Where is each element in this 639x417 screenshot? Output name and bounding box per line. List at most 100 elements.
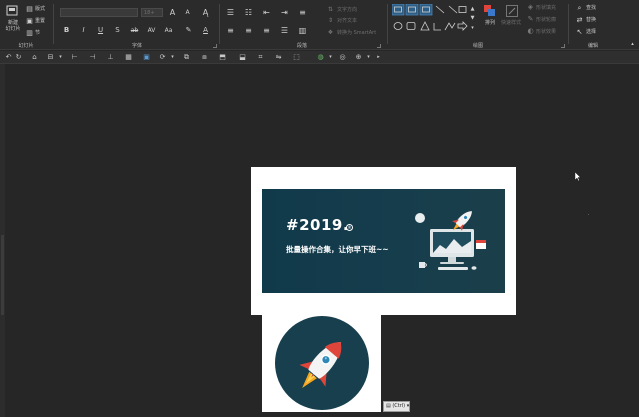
align-left-objects-icon[interactable]: ⊢	[70, 53, 79, 62]
group-icon[interactable]: ⧉	[182, 53, 191, 62]
shape-effects-label[interactable]: 形状效果	[536, 29, 556, 35]
font-group: 18+ A A Ą B I U S ab AV Aa ✎ A 字体	[56, 0, 218, 50]
crop-icon[interactable]: ⌗	[256, 53, 265, 62]
replace-button[interactable]: ⇄ 替换	[575, 16, 611, 25]
ribbon-separator	[219, 4, 220, 44]
columns-icon[interactable]: ▥	[298, 26, 307, 35]
distribute-icon[interactable]: ▦	[124, 53, 133, 62]
scrollbar-thumb[interactable]	[1, 235, 4, 315]
layout-button[interactable]: ▤ 版式	[25, 5, 51, 13]
increase-font-icon[interactable]: A	[168, 8, 177, 17]
combine-dropdown-icon[interactable]: ▾	[364, 53, 373, 62]
font-dialog-launcher[interactable]	[213, 44, 217, 48]
font-color-icon[interactable]: A	[201, 26, 210, 35]
bring-forward-icon[interactable]: ⬒	[218, 53, 227, 62]
numbering-icon[interactable]: ☷	[244, 8, 253, 17]
ribbon-separator	[387, 4, 388, 44]
intersect-icon[interactable]: ◎	[338, 53, 347, 62]
slide-banner[interactable]: #2019. ® 批量操作合集，让你早下班~~	[251, 167, 516, 315]
change-case-icon[interactable]: Aa	[164, 26, 173, 35]
reset-button[interactable]: ▣ 重置	[25, 17, 51, 25]
quick-styles-button[interactable]: 快速样式	[501, 4, 523, 38]
align-right-icon[interactable]: ≡	[262, 26, 271, 35]
merge-dropdown-icon[interactable]: ▾	[326, 53, 335, 62]
highlight-icon[interactable]: ✎	[184, 26, 193, 35]
font-name-dropdown[interactable]	[60, 8, 138, 17]
smartart-label[interactable]: 转换为 SmartArt	[337, 30, 376, 36]
bullets-icon[interactable]: ☰	[226, 8, 235, 17]
flip-icon[interactable]: ⇋	[274, 53, 283, 62]
customize-toolbar-icon[interactable]: ▸	[374, 53, 383, 62]
shape-outline-icon[interactable]: ✎	[526, 15, 535, 24]
arrange-button[interactable]: 排列	[482, 4, 498, 38]
cursor-select-icon: ↖	[576, 28, 583, 36]
redo-icon[interactable]: ↻	[14, 53, 23, 62]
vertical-scrollbar[interactable]	[0, 64, 5, 417]
rotate-dropdown-icon[interactable]: ▾	[168, 53, 177, 62]
align-text-label[interactable]: 对齐文本	[337, 18, 357, 24]
text-direction-label[interactable]: 文字方向	[337, 7, 357, 13]
italic-icon[interactable]: I	[79, 26, 88, 35]
canvas-mark	[588, 214, 589, 215]
collapse-ribbon-icon[interactable]: ▴	[628, 40, 637, 49]
arrange-label: 排列	[485, 20, 496, 26]
ungroup-icon[interactable]: ⧈	[200, 53, 209, 62]
shadow-icon[interactable]: S	[113, 26, 122, 35]
quick-access-toolbar: ↶ ↻ ⌂ ⊟ ▾ ⊢ ⊣ ⊥ ▦ ▣ ⟳ ▾ ⧉ ⧈ ⬒ ⬓ ⌗ ⇋ ⬚ ◍ …	[0, 51, 639, 64]
paragraph-dialog-launcher[interactable]	[377, 44, 381, 48]
font-size-dropdown[interactable]: 18+	[141, 8, 163, 17]
select-button[interactable]: ↖ 选择	[575, 28, 611, 37]
size-icon[interactable]: ⬚	[292, 53, 301, 62]
selection-pane-icon[interactable]: ▣	[142, 53, 151, 62]
align-left-icon[interactable]: ≡	[226, 26, 235, 35]
strikethrough-icon[interactable]: ab	[130, 26, 139, 35]
smartart-icon[interactable]: ❖	[326, 28, 335, 37]
slide-rocket[interactable]	[262, 315, 381, 412]
shape-fill-label[interactable]: 形状填充	[536, 5, 556, 11]
paste-options-button[interactable]: ▤ (Ctrl) ▾	[383, 401, 410, 412]
line-spacing-icon[interactable]: ≡	[298, 8, 307, 17]
align-dropdown-icon[interactable]: ▾	[56, 53, 65, 62]
align-center-objects-icon[interactable]: ⊣	[88, 53, 97, 62]
clipboard-icon: ▤	[386, 403, 391, 409]
banner-image[interactable]: #2019. ® 批量操作合集，让你早下班~~	[262, 189, 505, 293]
send-backward-icon[interactable]: ⬓	[238, 53, 247, 62]
merge-shapes-icon[interactable]: ◍	[316, 53, 325, 62]
align-toolbar-icon[interactable]: ⊟	[46, 53, 55, 62]
shape-effects-icon[interactable]: ◐	[526, 27, 535, 36]
new-slide-button[interactable]: 新建 幻灯片	[2, 3, 22, 37]
shapes-more-icon[interactable]: ▾	[468, 24, 477, 33]
increase-indent-icon[interactable]: ⇥	[280, 8, 289, 17]
justify-icon[interactable]: ☰	[280, 26, 289, 35]
undo-icon[interactable]: ↶	[4, 53, 13, 62]
shape-fill-icon[interactable]: ◈	[526, 3, 535, 12]
section-button[interactable]: ▥ 节	[25, 29, 51, 37]
decrease-font-icon[interactable]: A	[183, 8, 192, 17]
clear-format-icon[interactable]: Ą	[201, 8, 210, 17]
format-painter-icon[interactable]: ⌂	[30, 53, 39, 62]
paste-options-label: (Ctrl)	[392, 403, 406, 409]
shape-outline-label[interactable]: 形状轮廓	[536, 17, 556, 23]
align-text-icon[interactable]: ⇕	[326, 16, 335, 25]
shapes-scroll-up-icon[interactable]: ▲	[468, 5, 477, 14]
find-button[interactable]: ⌕ 查找	[575, 4, 611, 13]
bold-icon[interactable]: B	[62, 26, 71, 35]
rocket-circle-image[interactable]	[274, 315, 370, 411]
shapes-scroll-down-icon[interactable]: ▼	[468, 14, 477, 23]
char-spacing-icon[interactable]: AV	[147, 26, 156, 35]
underline-icon[interactable]: U	[96, 26, 105, 35]
new-slide-icon	[6, 5, 18, 16]
shapes-gallery-icons	[391, 3, 468, 31]
rotate-icon[interactable]: ⟳	[158, 53, 167, 62]
drawing-dialog-launcher[interactable]	[561, 44, 565, 48]
drawing-group: ▲ ▼ ▾ 排列 快速样式 ◈ 形状填充 ✎ 形状轮廓 ◐ 形状效果 绘图	[390, 0, 566, 50]
mouse-pointer-icon	[575, 172, 581, 181]
align-middle-objects-icon[interactable]: ⊥	[106, 53, 115, 62]
shapes-gallery[interactable]	[391, 3, 468, 38]
font-group-label: 字体	[131, 43, 142, 49]
combine-icon[interactable]: ⊕	[354, 53, 363, 62]
text-direction-icon[interactable]: ⇅	[326, 5, 335, 14]
drawing-group-label: 绘图	[472, 43, 483, 49]
decrease-indent-icon[interactable]: ⇤	[262, 8, 271, 17]
align-center-icon[interactable]: ≡	[244, 26, 253, 35]
